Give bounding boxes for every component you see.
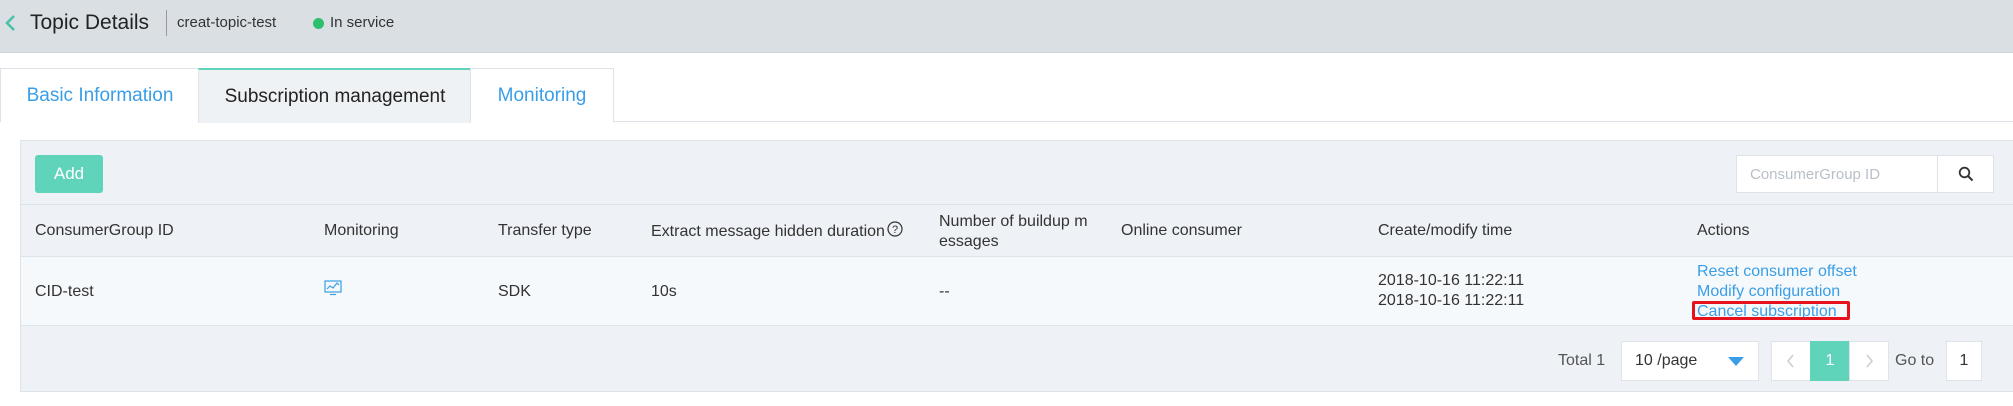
caret-down-icon bbox=[1728, 357, 1744, 366]
page-size-select[interactable]: 10 /page bbox=[1621, 341, 1759, 381]
column-header-time: Create/modify time bbox=[1378, 222, 1513, 239]
page-number-button[interactable]: 1 bbox=[1810, 341, 1850, 381]
status-dot-icon bbox=[313, 17, 324, 29]
cell-group-id: CID-test bbox=[35, 283, 94, 300]
header-divider bbox=[166, 10, 167, 36]
column-header-buildup-line2: essages bbox=[939, 233, 999, 250]
svg-text:?: ? bbox=[892, 224, 898, 236]
status-text: In service bbox=[330, 14, 395, 31]
subscription-panel: Add ConsumerGroup ID Monitoring Transfer… bbox=[20, 140, 2013, 392]
add-button[interactable]: Add bbox=[35, 155, 103, 193]
cell-modify-time: 2018-10-16 11:22:11 bbox=[1378, 292, 1525, 309]
tab-bar: Basic Information Subscription managemen… bbox=[0, 68, 2013, 123]
column-header-group-id: ConsumerGroup ID bbox=[35, 222, 174, 239]
search-input[interactable] bbox=[1737, 156, 1937, 192]
tab-subscription-management[interactable]: Subscription management bbox=[198, 68, 471, 123]
cell-hidden-duration: 10s bbox=[651, 283, 677, 300]
table-row: CID-test SDK 10s -- 2018-10-16 11:22:11 … bbox=[21, 256, 2013, 326]
next-page-button[interactable] bbox=[1849, 341, 1889, 381]
search-box bbox=[1736, 155, 1994, 193]
chevron-left-icon bbox=[1787, 354, 1794, 368]
column-header-monitoring: Monitoring bbox=[324, 222, 399, 239]
search-icon bbox=[1958, 166, 1973, 182]
cell-create-time: 2018-10-16 11:22:11 bbox=[1378, 272, 1525, 289]
monitor-chart-icon[interactable] bbox=[324, 280, 342, 302]
column-header-transfer-type: Transfer type bbox=[498, 222, 592, 239]
column-header-buildup-line1: Number of buildup m bbox=[939, 213, 1088, 230]
column-header-hidden-duration: Extract message hidden duration ? bbox=[651, 221, 903, 243]
column-header-buildup: Number of buildup m essages bbox=[939, 212, 1109, 252]
modify-configuration-link[interactable]: Modify configuration bbox=[1697, 282, 1857, 302]
cell-time: 2018-10-16 11:22:11 2018-10-16 11:22:11 bbox=[1378, 271, 1524, 311]
goto-page-input[interactable]: 1 bbox=[1946, 341, 1982, 381]
page-header: Topic Details creat-topic-test In servic… bbox=[0, 0, 2013, 53]
highlight-box bbox=[1692, 301, 1850, 320]
column-header-actions: Actions bbox=[1697, 222, 1750, 239]
column-header-online-consumer: Online consumer bbox=[1121, 222, 1242, 239]
tab-monitoring[interactable]: Monitoring bbox=[470, 68, 614, 122]
cell-buildup: -- bbox=[939, 283, 950, 300]
pagination: Total 1 10 /page 1 Go to 1 bbox=[21, 327, 2013, 392]
goto-label: Go to bbox=[1895, 352, 1935, 369]
search-button[interactable] bbox=[1937, 156, 1993, 192]
status-badge: In service bbox=[313, 13, 394, 33]
help-icon[interactable]: ? bbox=[887, 221, 903, 243]
prev-page-button[interactable] bbox=[1771, 341, 1811, 381]
reset-consumer-offset-link[interactable]: Reset consumer offset bbox=[1697, 262, 1857, 282]
table-header: ConsumerGroup ID Monitoring Transfer typ… bbox=[21, 204, 2013, 256]
page-title: Topic Details bbox=[30, 11, 150, 34]
chevron-right-icon bbox=[1866, 354, 1873, 368]
cell-transfer-type: SDK bbox=[498, 283, 531, 300]
tab-basic-information[interactable]: Basic Information bbox=[0, 68, 199, 122]
page-size-value: 10 /page bbox=[1635, 352, 1698, 369]
back-arrow-icon[interactable] bbox=[4, 12, 22, 34]
total-count: Total 1 bbox=[1558, 352, 1606, 369]
topic-name: creat-topic-test bbox=[177, 14, 277, 31]
column-header-hidden-duration-label: Extract message hidden duration bbox=[651, 223, 885, 240]
